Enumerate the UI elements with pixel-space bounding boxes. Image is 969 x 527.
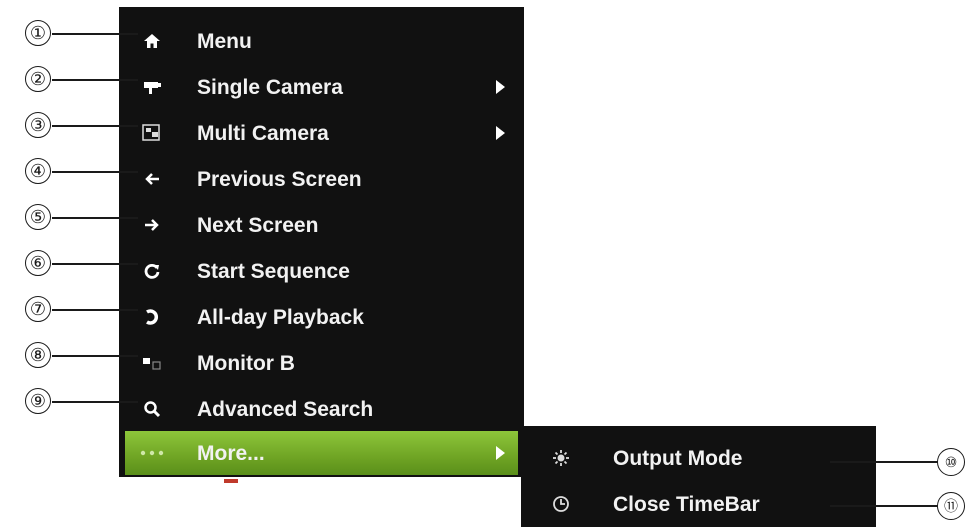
callout-leader: [52, 33, 138, 35]
callout-9: ⑨: [25, 388, 51, 414]
callout-leader: [830, 461, 938, 463]
callout-11: ⑪: [937, 492, 965, 520]
callout-10: ⑩: [937, 448, 965, 476]
callout-leader: [52, 79, 138, 81]
callout-leader: [52, 125, 138, 127]
callout-6: ⑥: [25, 250, 51, 276]
callout-8: ⑧: [25, 342, 51, 368]
callout-leader: [52, 355, 138, 357]
callout-leader: [52, 401, 138, 403]
callout-leader: [52, 263, 138, 265]
callout-leader: [52, 309, 138, 311]
callout-2: ②: [25, 66, 51, 92]
callout-3: ③: [25, 112, 51, 138]
callout-5: ⑤: [25, 204, 51, 230]
callout-layer: ① ② ③ ④ ⑤ ⑥ ⑦ ⑧ ⑨ ⑩ ⑪: [0, 0, 969, 527]
callout-4: ④: [25, 158, 51, 184]
callout-leader: [52, 217, 138, 219]
callout-leader: [52, 171, 138, 173]
callout-leader: [830, 505, 938, 507]
callout-7: ⑦: [25, 296, 51, 322]
callout-1: ①: [25, 20, 51, 46]
